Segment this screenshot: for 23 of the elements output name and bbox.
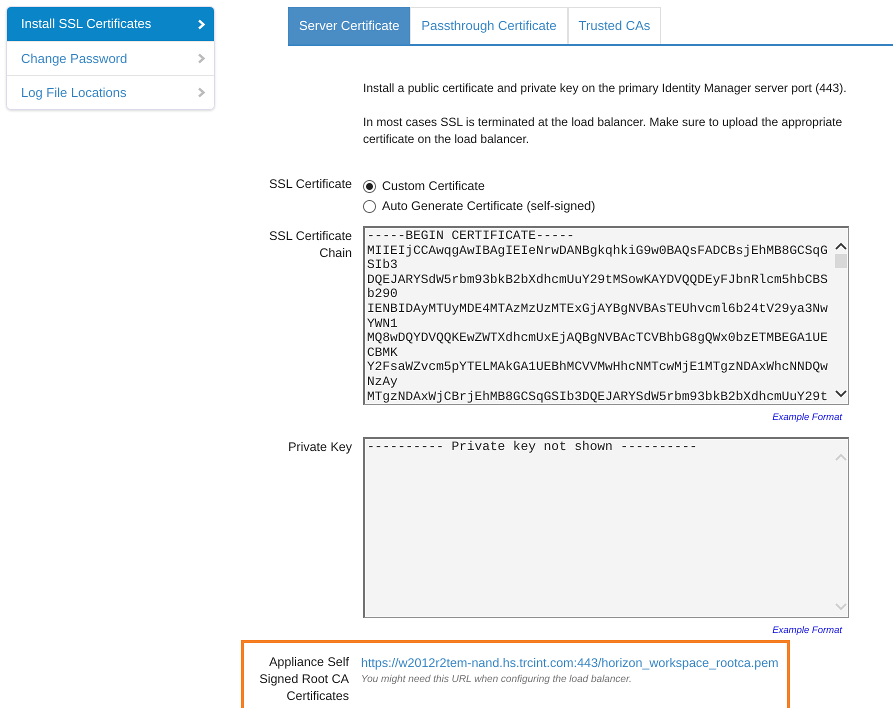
radio-label[interactable]: Custom Certificate — [382, 176, 485, 196]
hint-text: You might need this URL when configuring the load balancer. — [361, 673, 633, 688]
tab[interactable]: Passthrough Certificate — [410, 7, 568, 44]
field-label: SSL Certificate Chain — [268, 228, 352, 262]
radio-button[interactable] — [363, 200, 376, 212]
sidebar-item[interactable]: Log File Locations — [7, 75, 214, 109]
example-format-link[interactable]: Example Format — [363, 411, 842, 426]
field-label: Private Key — [287, 439, 352, 456]
radio-button[interactable] — [363, 180, 376, 192]
intro-text: Install a public certificate and private key on the primary Identity Manager server port (443). — [363, 80, 848, 97]
chevron-icon — [197, 87, 206, 98]
sidebar-item[interactable]: Change Password — [7, 41, 214, 75]
example-format-link[interactable]: Example Format — [363, 624, 842, 638]
field-label: Appliance Self Signed Root CA Certificates — [258, 654, 349, 704]
chevron-icon — [197, 18, 206, 30]
tab[interactable]: Trusted CAs — [568, 7, 662, 44]
intro-text: In most cases SSL is terminated at the load balancer. Make sure to upload the appropriate certificate on the load balancer. — [363, 114, 844, 148]
url-link[interactable]: https://w2012r2tem-nand.hs.trcint.com:443/horizon_workspace_rootca.pem — [361, 654, 779, 672]
radio-label[interactable]: Auto Generate Certificate (self-signed) — [382, 196, 596, 216]
field-label: SSL Certificate — [268, 176, 352, 193]
chevron-icon — [197, 53, 206, 64]
tab[interactable]: Server Certificate — [288, 7, 410, 44]
sidebar-item[interactable]: Install SSL Certificates — [7, 7, 214, 41]
